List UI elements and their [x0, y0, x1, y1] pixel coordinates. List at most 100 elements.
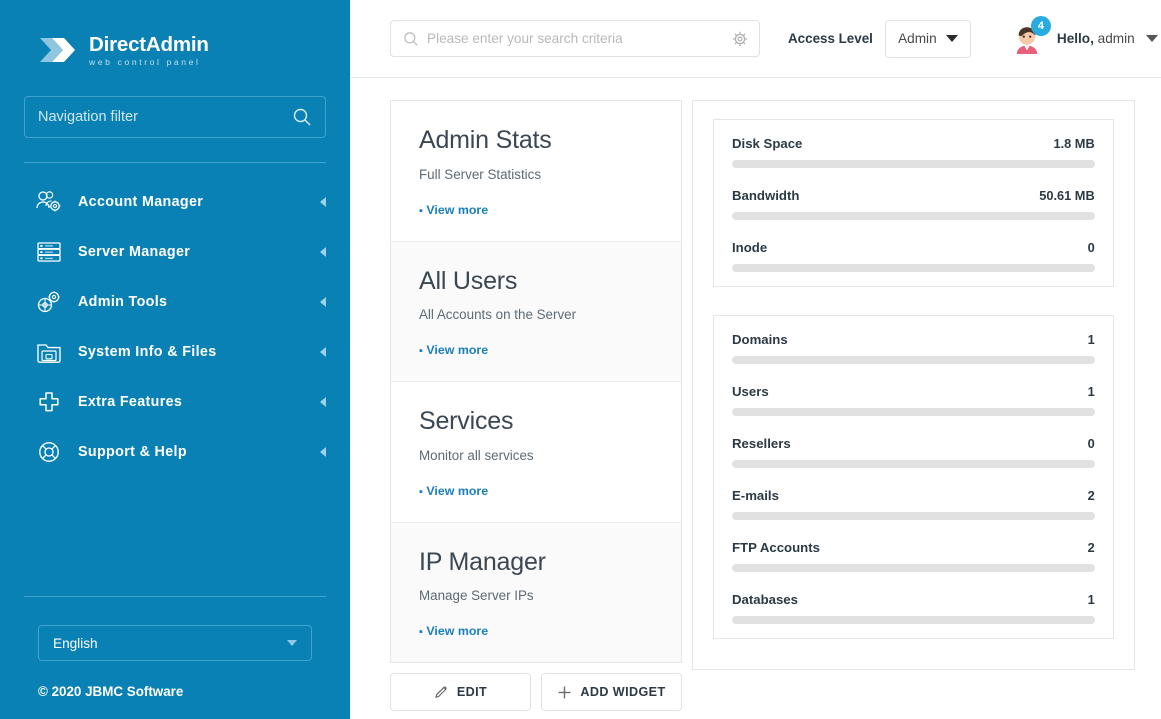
widget-title: Admin Stats	[419, 126, 552, 154]
logo-title: DirectAdmin	[89, 32, 209, 56]
stat-row: E-mails 2	[732, 488, 1095, 520]
users-gear-icon	[34, 188, 64, 216]
chevron-left-icon	[320, 397, 326, 407]
widget-all-users[interactable]: All Users All Accounts on the Server ▪ V…	[391, 241, 681, 382]
bullet-icon: ▪	[419, 485, 423, 498]
stat-value: 1	[1087, 384, 1095, 399]
view-more-link[interactable]: ▪ View more	[419, 343, 653, 357]
widget-title: Services	[419, 407, 514, 435]
stat-row: Bandwidth 50.61 MB	[732, 188, 1095, 220]
add-widget-button-label: ADD WIDGET	[580, 685, 666, 699]
gears-icon	[34, 288, 64, 316]
widget-actions: EDIT ADD WIDGET	[390, 673, 682, 711]
global-search[interactable]	[390, 20, 760, 57]
stat-label: Bandwidth	[732, 188, 800, 203]
widget-title: IP Manager	[419, 547, 546, 576]
progress-bar	[732, 460, 1095, 468]
chevron-left-icon	[320, 447, 326, 457]
chevron-down-icon	[945, 35, 958, 42]
sidebar-item-extra-features[interactable]: Extra Features	[0, 377, 350, 427]
stat-label: Inode	[732, 240, 768, 255]
widgets-column: Admin Stats Full Server Statistics ▪ Vie…	[390, 100, 682, 711]
chevron-left-icon	[320, 347, 326, 357]
progress-bar	[732, 264, 1095, 272]
access-level-select[interactable]: Admin	[884, 19, 971, 58]
widget-description: Monitor all services	[419, 447, 534, 463]
stat-label: Databases	[732, 592, 798, 607]
widget-admin-stats[interactable]: Admin Stats Full Server Statistics ▪ Vie…	[391, 101, 681, 242]
stat-value: 2	[1087, 488, 1095, 503]
dashboard-content: Admin Stats Full Server Statistics ▪ Vie…	[350, 78, 1161, 711]
stat-label: Disk Space	[732, 136, 803, 151]
stat-label: E-mails	[732, 488, 779, 503]
edit-button-label: EDIT	[456, 685, 488, 699]
sidebar-footer: English © 2020 JBMC Software	[0, 596, 350, 719]
widget-title: All Users	[419, 266, 518, 295]
notification-badge: 4	[1030, 15, 1051, 36]
sidebar-divider-bottom	[24, 596, 326, 597]
view-more-link[interactable]: ▪ View more	[419, 484, 653, 498]
chevron-down-icon	[1145, 35, 1158, 42]
gear-icon[interactable]	[731, 30, 749, 48]
top-bar: Access Level Admin 4 Hel	[350, 0, 1161, 78]
greeting-text: Hello,	[1056, 31, 1094, 46]
progress-bar	[732, 160, 1095, 168]
stat-value: 1	[1087, 592, 1095, 607]
sidebar-item-server-manager[interactable]: Server Manager	[0, 227, 350, 277]
chevron-down-icon	[287, 640, 297, 646]
stat-value: 2	[1087, 540, 1095, 555]
stat-row: Disk Space 1.8 MB	[732, 136, 1095, 168]
bullet-icon: ▪	[419, 345, 423, 357]
sidebar-item-label: Extra Features	[78, 394, 183, 410]
navigation-filter[interactable]	[24, 96, 326, 138]
progress-bar	[732, 616, 1095, 624]
lifebuoy-icon	[34, 438, 64, 466]
view-more-link[interactable]: ▪ View more	[419, 203, 653, 217]
sidebar-item-admin-tools[interactable]: Admin Tools	[0, 277, 350, 327]
widget-description: Manage Server IPs	[419, 588, 534, 603]
view-more-link[interactable]: ▪ View more	[419, 624, 653, 638]
stat-row: FTP Accounts 2	[732, 540, 1095, 572]
sidebar-item-label: Server Manager	[78, 244, 191, 260]
sidebar-item-system-info-files[interactable]: System Info & Files	[0, 327, 350, 377]
avatar: 4	[1009, 15, 1051, 57]
stat-value: 50.61 MB	[1039, 188, 1095, 203]
stat-value: 1	[1087, 332, 1095, 347]
stat-label: Domains	[732, 332, 788, 347]
user-menu[interactable]: 4 Hello, admin	[1009, 15, 1158, 57]
search-input[interactable]	[427, 31, 731, 46]
navigation-filter-input[interactable]	[38, 109, 292, 125]
add-widget-button[interactable]: ADD WIDGET	[541, 673, 682, 711]
stat-label: FTP Accounts	[732, 540, 820, 555]
chevron-left-icon	[320, 197, 326, 207]
stat-label: Users	[732, 384, 769, 399]
bullet-icon: ▪	[419, 204, 423, 217]
logo[interactable]: DirectAdmin web control panel	[0, 0, 350, 78]
stat-value: 0	[1087, 436, 1095, 451]
pencil-icon	[434, 685, 449, 700]
language-select[interactable]: English	[38, 625, 312, 661]
stat-value: 0	[1087, 240, 1095, 255]
progress-bar	[732, 408, 1095, 416]
directadmin-app: DirectAdmin web control panel Navigation…	[0, 0, 1161, 719]
edit-button[interactable]: EDIT	[390, 673, 531, 711]
search-icon	[403, 31, 419, 47]
widget-description: Full Server Statistics	[419, 166, 542, 182]
sidebar-item-account-manager[interactable]: Account Manager	[0, 177, 350, 227]
stat-value: 1.8 MB	[1053, 136, 1095, 151]
language-select-value: English	[53, 635, 98, 651]
copyright-text: © 2020 JBMC Software	[38, 684, 184, 699]
widget-services[interactable]: Services Monitor all services ▪ View mor…	[391, 382, 681, 523]
sidebar-item-support-help[interactable]: Support & Help	[0, 427, 350, 477]
user-name: admin	[1097, 31, 1135, 46]
usage-stats-card: Disk Space 1.8 MB Bandwidth 50.61 MB Ino…	[713, 119, 1114, 287]
bullet-icon: ▪	[419, 626, 423, 638]
main-area: Access Level Admin 4 Hel	[350, 0, 1161, 719]
sidebar-item-label: Account Manager	[78, 194, 204, 210]
widget-ip-manager[interactable]: IP Manager Manage Server IPs ▪ View more	[391, 522, 681, 662]
progress-bar	[732, 512, 1095, 520]
access-level-value: Admin	[898, 31, 937, 46]
stat-row: Resellers 0	[732, 436, 1095, 468]
chevron-left-icon	[320, 247, 326, 257]
double-chevron-logo-icon	[38, 33, 78, 67]
